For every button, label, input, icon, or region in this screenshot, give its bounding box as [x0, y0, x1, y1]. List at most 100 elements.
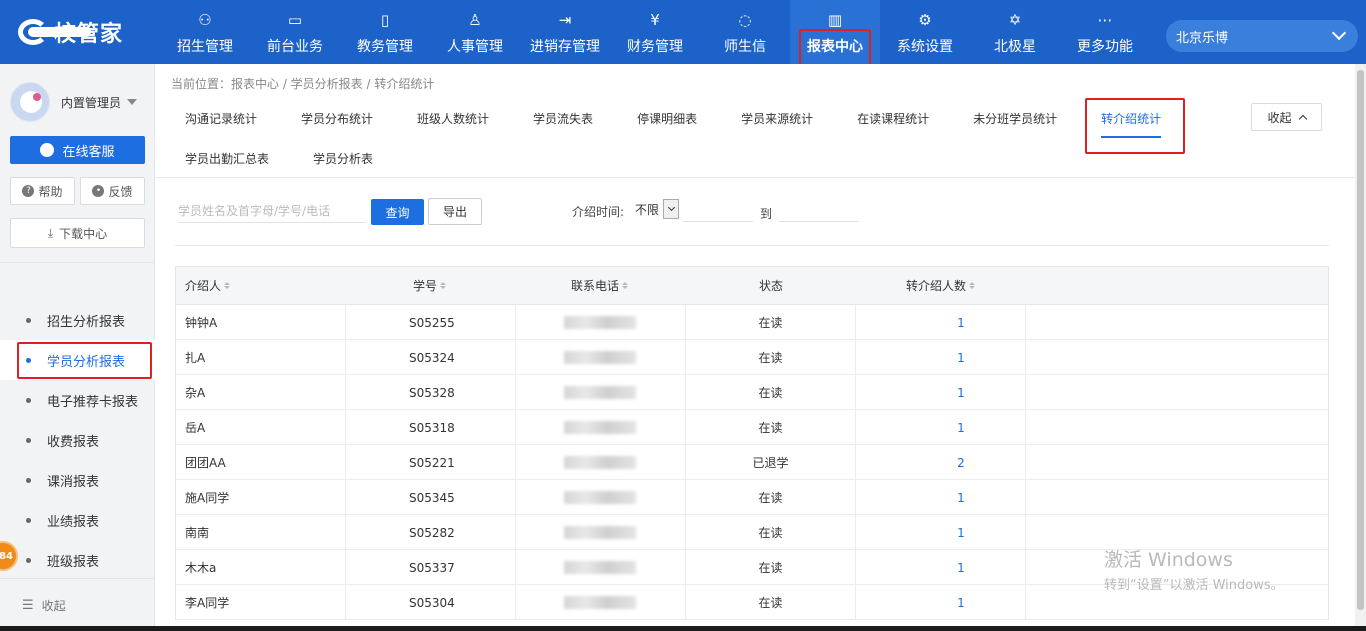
report-tab[interactable]: 学员分布统计	[291, 98, 383, 138]
report-tab[interactable]: 沟通记录统计	[175, 98, 267, 138]
sidebar-menu-item[interactable]: 电子推荐卡报表	[0, 380, 155, 420]
book-icon: ▯	[380, 11, 390, 29]
nav-label: 进销存管理	[530, 39, 600, 55]
help-button[interactable]: ? 帮助	[10, 177, 75, 205]
referral-count-link[interactable]: 1	[916, 386, 965, 400]
help-label: 帮助	[38, 184, 63, 199]
search-input[interactable]	[178, 199, 366, 223]
report-tab[interactable]: 未分班学员统计	[963, 98, 1067, 138]
nav-item[interactable]: ▭ 前台业务	[250, 0, 340, 64]
bullet-icon	[26, 397, 31, 403]
sort-icon[interactable]	[622, 282, 629, 289]
referral-count-link[interactable]: 1	[916, 491, 965, 505]
nav-label: 系统设置	[897, 39, 953, 55]
nav-item[interactable]: ♙ 人事管理	[430, 0, 520, 64]
nav-item[interactable]: ⇥ 进销存管理	[520, 0, 610, 64]
sidebar-collapse-button[interactable]: ☰ 收起	[0, 578, 155, 631]
online-service-button[interactable]: 在线客服	[10, 136, 145, 164]
report-tab[interactable]: 在读课程统计	[847, 98, 939, 138]
referral-count-cell: 2	[856, 445, 1026, 480]
table-row[interactable]: 钟钟A S05255 在读 1	[176, 305, 1328, 340]
column-header[interactable]: 介绍人	[176, 267, 346, 304]
sidebar-menu-item[interactable]: 招生分析报表	[0, 300, 155, 340]
date-to-input[interactable]	[779, 198, 859, 222]
query-button[interactable]: 查询	[371, 199, 424, 225]
nav-item[interactable]: ¥ 财务管理	[610, 0, 700, 64]
report-tab[interactable]: 转介绍统计	[1085, 98, 1186, 154]
referrer-name: 南南	[176, 515, 346, 550]
sort-icon[interactable]	[224, 282, 231, 289]
feedback-button[interactable]: • 反馈	[80, 177, 145, 205]
table-row[interactable]: 团团AA S05221 已退学 2	[176, 445, 1328, 480]
table-row[interactable]: 杂A S05328 在读 1	[176, 375, 1328, 410]
tab-label: 沟通记录统计	[185, 111, 258, 126]
nav-item[interactable]: ▯ 教务管理	[340, 0, 430, 64]
top-nav: 校管家 ⚇ 招生管理 ▭ 前台业务 ▯ 教务管理 ♙ 人事管理 ⇥ 进销存管理 ¥ 财务管理 ◌ 师生信 ▥…	[0, 0, 1366, 70]
student-status: 在读	[686, 550, 856, 585]
student-id: S05345	[346, 480, 516, 515]
header-label: 转介绍人数	[906, 279, 967, 293]
brand-logo[interactable]: 校管家	[18, 17, 123, 47]
column-header[interactable]: 状态	[686, 267, 856, 304]
sort-icon[interactable]	[969, 282, 976, 289]
sidebar-menu-item[interactable]: 学员分析报表	[0, 340, 155, 380]
sidebar-menu-item[interactable]: 班级报表	[0, 540, 155, 580]
nav-item[interactable]: ⚙ 系统设置	[880, 0, 970, 64]
menu-label: 电子推荐卡报表	[47, 394, 139, 410]
report-tab[interactable]: 学员出勤汇总表	[175, 138, 279, 178]
report-tab[interactable]: 学员流失表	[523, 98, 603, 138]
student-status: 已退学	[686, 445, 856, 480]
nav-item[interactable]: ▥ 报表中心	[790, 0, 880, 70]
online-service-label: 在线客服	[62, 144, 115, 160]
export-button[interactable]: 导出	[428, 198, 482, 225]
table-row[interactable]: 岳A S05318 在读 1	[176, 410, 1328, 445]
page-scrollbar[interactable]	[1355, 64, 1366, 631]
referral-count-link[interactable]: 1	[916, 596, 965, 610]
sidebar-menu-item[interactable]: 课消报表	[0, 460, 155, 500]
header-label: 学号	[413, 279, 438, 293]
school-name: 北京乐博	[1176, 30, 1229, 46]
referral-count-link[interactable]: 1	[916, 316, 965, 330]
bullet-icon	[26, 437, 31, 443]
report-tab[interactable]: 停课明细表	[627, 98, 707, 138]
nav-item[interactable]: ◌ 师生信	[700, 0, 790, 64]
nav-item[interactable]: ⋯ 更多功能	[1060, 0, 1150, 64]
column-header[interactable]: 转介绍人数	[856, 267, 1026, 304]
bullet-icon	[26, 477, 31, 483]
nav-item[interactable]: ⚇ 招生管理	[160, 0, 250, 64]
table-row[interactable]: 扎A S05324 在读 1	[176, 340, 1328, 375]
student-status: 在读	[686, 375, 856, 410]
report-tab[interactable]: 学员分析表	[303, 138, 383, 178]
tab-label: 学员出勤汇总表	[185, 151, 270, 166]
referral-count-link[interactable]: 2	[916, 456, 965, 470]
sort-icon[interactable]	[440, 282, 447, 289]
column-header[interactable]: 学号	[346, 267, 516, 304]
school-select[interactable]: 北京乐博	[1166, 20, 1358, 52]
redacted-mark	[564, 386, 636, 399]
sidebar-menu-item[interactable]: 业绩报表	[0, 500, 155, 540]
scrollbar-thumb[interactable]	[1357, 70, 1364, 610]
phone-redacted	[516, 305, 686, 340]
exchange-icon: ⇥	[558, 11, 572, 29]
referral-count-link[interactable]: 1	[916, 526, 965, 540]
sidebar-menu-item[interactable]: 收费报表	[0, 420, 155, 460]
date-from-input[interactable]	[683, 198, 753, 222]
referral-count-link[interactable]: 1	[916, 561, 965, 575]
referral-count-link[interactable]: 1	[916, 351, 965, 365]
referral-count-cell: 1	[856, 340, 1026, 375]
nav-label: 教务管理	[357, 39, 413, 55]
user-menu[interactable]: 内置管理员	[10, 82, 138, 122]
referral-count-cell: 1	[856, 550, 1026, 585]
fold-tabs-button[interactable]: 收起	[1251, 103, 1322, 131]
column-header[interactable]: 联系电话	[516, 267, 686, 304]
referral-count-link[interactable]: 1	[916, 421, 965, 435]
table-row[interactable]: 施A同学 S05345 在读 1	[176, 480, 1328, 515]
report-tab[interactable]: 学员来源统计	[731, 98, 823, 138]
student-id: S05282	[346, 515, 516, 550]
download-center-button[interactable]: ⤓ 下载中心	[10, 218, 145, 248]
row-spacer	[1026, 410, 1328, 445]
time-range-select[interactable]: 不限	[635, 198, 683, 220]
nav-item[interactable]: ✡ 北极星	[970, 0, 1060, 64]
report-tab[interactable]: 班级人数统计	[407, 98, 499, 138]
menu-label: 业绩报表	[47, 514, 100, 530]
